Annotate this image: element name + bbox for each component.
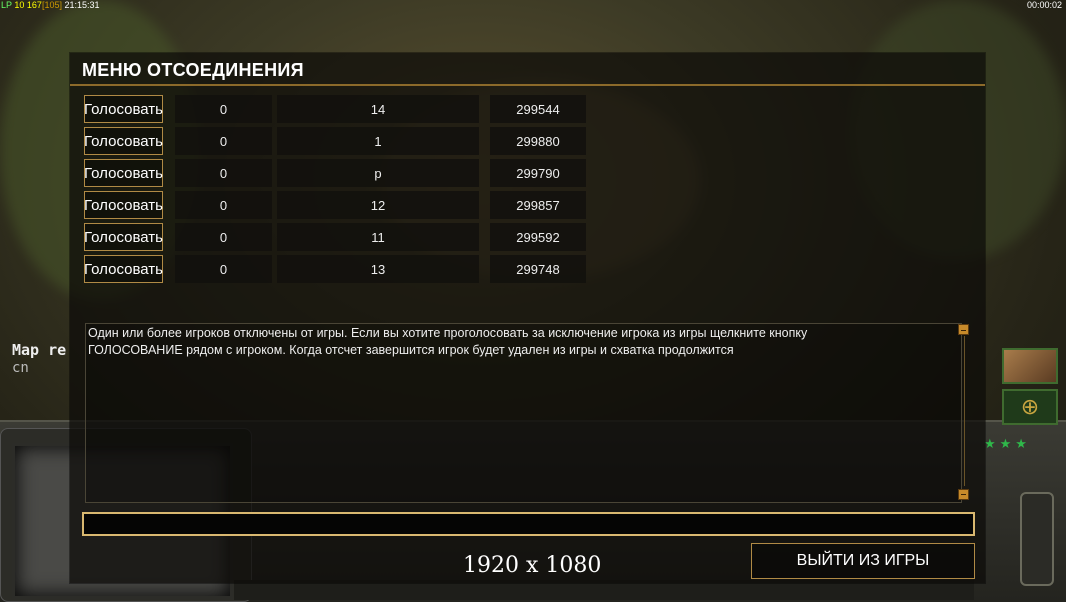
vote-count: 0 bbox=[175, 255, 272, 283]
scroll-up-icon[interactable] bbox=[958, 324, 969, 335]
quit-game-button[interactable]: ВЫЙТИ ИЗ ИГРЫ bbox=[751, 543, 975, 579]
player-name: p bbox=[277, 159, 479, 187]
chat-overlay: Map re cn bbox=[12, 341, 66, 377]
vote-button[interactable]: Голосовать bbox=[84, 127, 163, 155]
vote-button[interactable]: Голосовать bbox=[84, 255, 163, 283]
vote-count: 0 bbox=[175, 159, 272, 187]
side-tabs: ⊕ bbox=[1002, 348, 1060, 425]
player-ping: 299748 bbox=[490, 255, 586, 283]
hud-value-a: 10 bbox=[14, 0, 25, 10]
bottom-strip bbox=[234, 580, 974, 600]
hud-value-c: [105] bbox=[41, 0, 62, 10]
resolution-watermark: 1920 x 1080 bbox=[463, 553, 602, 578]
scroll-down-icon[interactable] bbox=[958, 489, 969, 500]
player-ping: 299790 bbox=[490, 159, 586, 187]
vote-button[interactable]: Голосовать bbox=[84, 191, 163, 219]
hud-game-timer: 00:00:02 bbox=[1026, 0, 1062, 10]
message-line: ГОЛОСОВАНИЕ рядом с игроком. Когда отсче… bbox=[88, 343, 734, 357]
hud-clock: 21:15:31 bbox=[64, 0, 100, 10]
vote-count: 0 bbox=[175, 191, 272, 219]
modal-title: МЕНЮ ОТСОЕДИНЕНИЯ bbox=[82, 60, 304, 80]
title-divider bbox=[70, 84, 985, 86]
hud-lp-label: LP bbox=[1, 0, 12, 10]
vote-button[interactable]: Голосовать bbox=[84, 223, 163, 251]
player-ping: 299857 bbox=[490, 191, 586, 219]
chat-line: Map re bbox=[12, 341, 67, 359]
player-ping: 299880 bbox=[490, 127, 586, 155]
vote-button[interactable]: Голосовать bbox=[84, 159, 163, 187]
chat-line: cn bbox=[12, 360, 29, 376]
player-name: 11 bbox=[277, 223, 479, 251]
hud-value-b: 167 bbox=[26, 0, 42, 10]
player-ping: 299592 bbox=[490, 223, 586, 251]
vote-count: 0 bbox=[175, 95, 272, 123]
crosshair-icon[interactable]: ⊕ bbox=[1002, 389, 1058, 425]
disconnect-menu: МЕНЮ ОТСОЕДИНЕНИЯ Голосовать 0 14 299544… bbox=[70, 53, 985, 583]
hud-status-readout: LP 10 167[105] 21:15:31 bbox=[1, 0, 100, 10]
vote-count: 0 bbox=[175, 223, 272, 251]
general-portrait-icon[interactable] bbox=[1002, 348, 1058, 384]
vote-button[interactable]: Голосовать bbox=[84, 95, 163, 123]
player-ping: 299544 bbox=[490, 95, 586, 123]
disconnect-message: Один или более игроков отключены от игры… bbox=[88, 325, 948, 359]
message-line: Один или более игроков отключены от игры… bbox=[88, 326, 808, 340]
chat-input[interactable] bbox=[82, 512, 975, 536]
scrollbar-track[interactable] bbox=[964, 336, 965, 486]
message-box: Один или более игроков отключены от игры… bbox=[85, 323, 969, 503]
player-name: 12 bbox=[277, 191, 479, 219]
player-name: 1 bbox=[277, 127, 479, 155]
vote-count: 0 bbox=[175, 127, 272, 155]
power-bar bbox=[1020, 492, 1054, 586]
rank-stars-icon: ★★★ bbox=[984, 436, 1031, 451]
player-name: 14 bbox=[277, 95, 479, 123]
player-name: 13 bbox=[277, 255, 479, 283]
